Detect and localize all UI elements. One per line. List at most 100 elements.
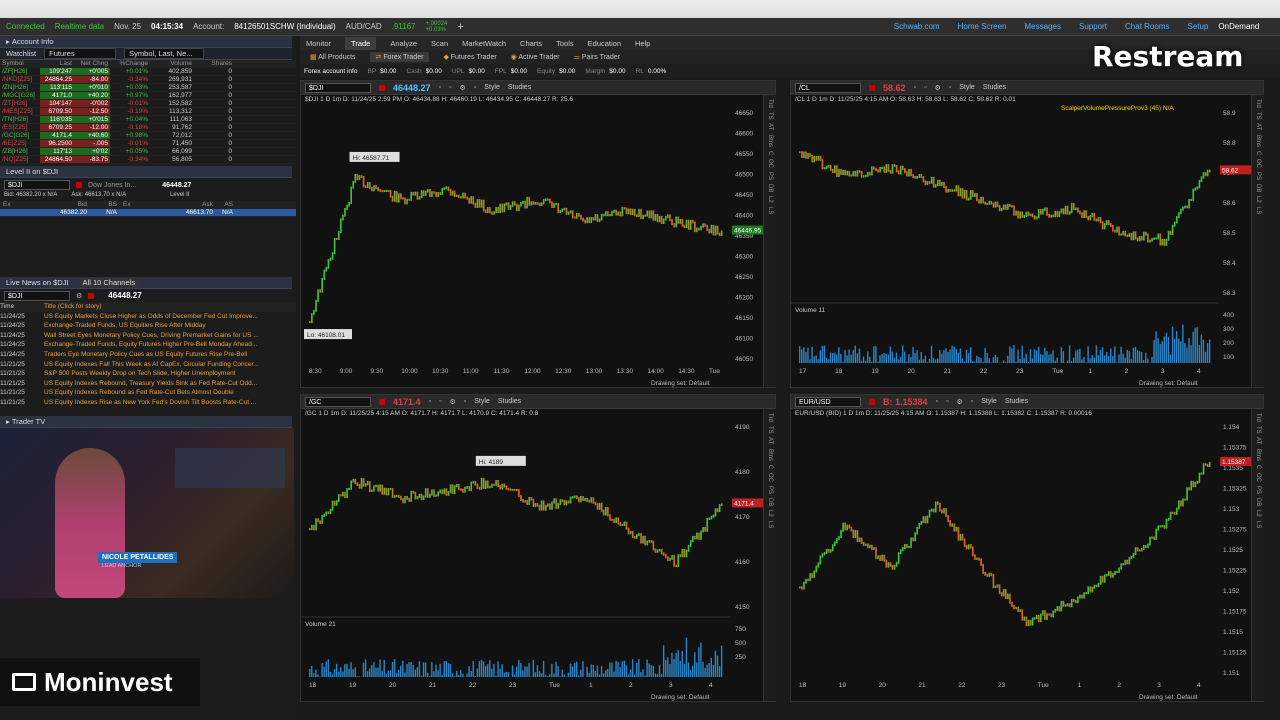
side-strip-tab[interactable]: DB	[1255, 184, 1261, 192]
news-headline[interactable]: US Equity Indexes Rise as New York Fed's…	[44, 398, 284, 408]
side-strip-tab[interactable]: LS	[767, 521, 773, 528]
news-headline[interactable]: US Equity Indexes Rebound as Fed Rate-Cu…	[44, 388, 284, 398]
chart-canvas[interactable]: 4665046600465504650046450464004635046300…	[301, 105, 763, 387]
tab-scan[interactable]: Scan	[431, 39, 448, 48]
chart-style-button[interactable]: Style	[981, 398, 997, 405]
drawing-set-label[interactable]: Drawing set: Default	[1139, 380, 1198, 387]
news-headline[interactable]: Exchange-Traded Funds, Equity Futures Hi…	[44, 340, 284, 350]
share-icon[interactable]: ▫	[936, 398, 938, 405]
level2-row[interactable]: 46382.20 N/A 46613.70 N/A	[0, 209, 296, 217]
side-strip-tab[interactable]: Trd	[767, 99, 773, 108]
watchlist-row[interactable]: /6E[Z25] 96.2500 -.005 -0.01% 71,450 0	[0, 140, 296, 148]
subtab-futures-trader[interactable]: ◆ Futures Trader	[443, 53, 496, 61]
news-item[interactable]: 11/24/25 Traders Eye Monetary Policy Cues…	[0, 350, 296, 360]
link-red-icon[interactable]	[379, 84, 385, 91]
news-headline[interactable]: US Equity Markets Close Higher as Odds o…	[44, 312, 284, 322]
side-strip-tab[interactable]: C	[767, 151, 773, 155]
gear-icon[interactable]: ⚙	[460, 84, 466, 92]
news-item[interactable]: 11/21/25 US Equity Indexes Rise as New Yo…	[0, 398, 296, 408]
chart-studies-button[interactable]: Studies	[498, 398, 521, 405]
watchlist-row[interactable]: /NKD[Z25] 24864.25 -84.00 -0.34% 269,931 0	[0, 76, 296, 84]
top-link[interactable]: Chat Rooms	[1125, 22, 1169, 31]
trader-tv-header[interactable]: ▸ Trader TV	[0, 415, 292, 428]
watchlist-col-header[interactable]: Shares	[194, 60, 234, 67]
side-strip-tab[interactable]: PS	[1255, 486, 1261, 494]
watchlist-row[interactable]: /MGC[G26] 4171.0 +40.20 +0.97% 162,977 0	[0, 92, 296, 100]
time-icon[interactable]: ▫	[949, 84, 951, 91]
side-strip-tab[interactable]: C	[1255, 151, 1261, 155]
side-strip-tab[interactable]: TS	[1255, 112, 1261, 120]
account-info-header[interactable]: ▸ Account Info	[0, 36, 292, 48]
account-number[interactable]: 84126501SCHW (Individual)	[234, 22, 335, 31]
side-strip-tab[interactable]: L2	[1255, 196, 1261, 203]
tab-trade[interactable]: Trade	[345, 36, 377, 50]
watchlist-col-header[interactable]: Symbol	[0, 60, 40, 67]
watchlist-col-header[interactable]: Net Chng	[74, 60, 110, 67]
side-strip-tab[interactable]: AT	[767, 123, 773, 130]
share-icon[interactable]: ▫	[439, 84, 441, 91]
watchlist-col-header[interactable]: Last	[40, 60, 74, 67]
side-strip-tab[interactable]: AT	[1255, 437, 1261, 444]
level2-symbol-input[interactable]: $DJI	[4, 180, 70, 190]
side-strip-tab[interactable]: OC	[1255, 159, 1261, 168]
watchlist-row[interactable]: /TN[H26] 116'035 +0'015 +0.04% 111,063 0	[0, 116, 296, 124]
top-link[interactable]: Support	[1079, 22, 1107, 31]
side-strip-tab[interactable]: Trd	[1255, 413, 1261, 422]
grid-icon[interactable]: ▫	[946, 398, 948, 405]
tab-marketwatch[interactable]: MarketWatch	[462, 39, 506, 48]
side-strip-tab[interactable]: OC	[767, 159, 773, 168]
watchlist-row[interactable]: /ZF[H26] 109'247 +0'005 +0.01% 402,859 0	[0, 68, 296, 76]
chart-symbol-input[interactable]: EUR/USD	[795, 396, 861, 407]
gear-icon[interactable]: ⚙	[957, 398, 963, 406]
watchlist-row[interactable]: /GC[G26] 4171.4 +40.60 +0.98% 72,012 0	[0, 132, 296, 140]
news-item[interactable]: 11/24/25 US Equity Markets Close Higher a…	[0, 312, 296, 322]
tab-tools[interactable]: Tools	[556, 39, 574, 48]
side-strip-tab[interactable]: AT	[767, 437, 773, 444]
ondemand-button[interactable]: OnDemand	[1218, 22, 1259, 31]
top-link[interactable]: Home Screen	[958, 22, 1007, 31]
share-icon[interactable]: ▫	[914, 84, 916, 91]
top-link[interactable]: Schwab.com	[894, 22, 940, 31]
news-headline[interactable]: Traders Eye Monetary Policy Cues as US E…	[44, 350, 284, 360]
gear-icon[interactable]: ⚙	[450, 398, 456, 406]
side-strip-tab[interactable]: OC	[767, 473, 773, 482]
watchlist-row[interactable]: /ZT[H26] 104'147 -0'002 -0.01% 152,582 0	[0, 100, 296, 108]
side-strip-tab[interactable]: Btns	[767, 449, 773, 461]
news-headline[interactable]: Exchange-Traded Funds, US Equities Rise …	[44, 321, 284, 331]
link-red-icon[interactable]	[379, 398, 385, 405]
news-item[interactable]: 11/24/25 Exchange-Traded Funds, US Equiti…	[0, 321, 296, 331]
top-link[interactable]: Setup	[1187, 22, 1208, 31]
tab-help[interactable]: Help	[635, 39, 650, 48]
news-item[interactable]: 11/21/25 S&P 500 Posts Weekly Drop on Tec…	[0, 369, 296, 379]
gear-icon[interactable]: ⚙	[76, 292, 82, 300]
top-link[interactable]: Messages	[1025, 22, 1061, 31]
side-strip-tab[interactable]: Trd	[767, 413, 773, 422]
subtab-forex-trader[interactable]: ⇄ Forex Trader	[369, 52, 430, 62]
time-icon[interactable]: ▫	[464, 398, 466, 405]
gear-icon[interactable]: ⚙	[935, 84, 941, 92]
chart-canvas[interactable]: 1.1541.153751.15351.153251.1531.152751.1…	[791, 419, 1251, 701]
drawing-set-label[interactable]: Drawing set: Default	[651, 380, 710, 387]
watchlist-row[interactable]: /MES[Z25] 6709.50 -12.50 -0.19% 113,312 0	[0, 108, 296, 116]
watchlist-row[interactable]: /ZB[H26] 117'13 +0'02 +0.05% 66,099 0	[0, 148, 296, 156]
news-symbol-input[interactable]: $DJI	[4, 290, 70, 301]
side-strip-tab[interactable]: LS	[767, 207, 773, 214]
level2-header[interactable]: Level II on $DJI	[0, 166, 292, 178]
drawing-set-label[interactable]: Drawing set: Default	[651, 694, 710, 701]
news-item[interactable]: 11/24/25 Wall Street Eyes Monetary Policy…	[0, 331, 296, 341]
watchlist-row[interactable]: /ZN[H26] 113'115 +0'010 +0.03% 253,587 0	[0, 84, 296, 92]
chart-studies-button[interactable]: Studies	[983, 84, 1006, 91]
side-strip-tab[interactable]: PS	[767, 486, 773, 494]
side-strip-tab[interactable]: Trd	[1255, 99, 1261, 108]
chart-style-button[interactable]: Style	[959, 84, 975, 91]
side-strip-tab[interactable]: DB	[1255, 498, 1261, 506]
link-red-icon[interactable]	[76, 182, 82, 188]
link-red-icon[interactable]	[88, 292, 95, 299]
news-headline[interactable]: Wall Street Eyes Monetary Policy Cues, D…	[44, 331, 284, 341]
side-strip-tab[interactable]: C	[1255, 465, 1261, 469]
side-strip-tab[interactable]: PS	[1255, 172, 1261, 180]
news-item[interactable]: 11/21/25 US Equity Indexes Rebound as Fed…	[0, 388, 296, 398]
add-ticker-icon[interactable]: +	[457, 21, 463, 33]
tab-monitor[interactable]: Monitor	[306, 39, 331, 48]
ticker-pair[interactable]: AUD/CAD	[346, 22, 382, 31]
